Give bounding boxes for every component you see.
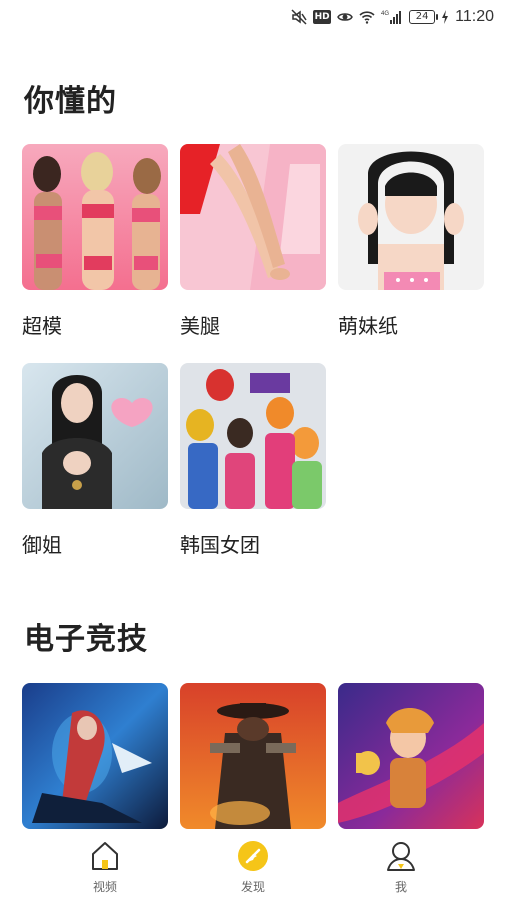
network-type-label: 4G	[381, 11, 389, 17]
nav-label-video: 视频	[92, 880, 117, 894]
category-label: 美腿	[180, 314, 220, 338]
cute-girl-thumbnail[interactable]	[338, 144, 484, 290]
mute-icon	[291, 9, 307, 25]
kpop-group-thumbnail[interactable]	[180, 363, 326, 509]
category-label: 韩国女团	[180, 533, 260, 557]
esports-card-1[interactable]	[22, 683, 168, 829]
legs-thumbnail[interactable]	[180, 144, 326, 290]
nav-tab-discover[interactable]: 发现	[203, 840, 303, 900]
esports-thumbnail-1[interactable]	[22, 683, 168, 829]
status-icons: HD 4G 24 11:20	[291, 7, 494, 27]
profile-icon	[387, 842, 415, 871]
charging-icon	[441, 9, 449, 25]
compass-icon	[238, 841, 268, 871]
mature-woman-thumbnail[interactable]	[22, 363, 168, 509]
category-card-legs[interactable]: 美腿	[180, 144, 326, 338]
category-card-kpop-group[interactable]: 韩国女团	[180, 363, 326, 557]
esports-card-3[interactable]	[338, 683, 484, 829]
nav-label-me: 我	[394, 880, 407, 894]
home-icon	[92, 842, 118, 870]
category-label: 超模	[22, 314, 62, 338]
supermodel-thumbnail[interactable]	[22, 144, 168, 290]
signal-icon: 4G	[381, 9, 403, 25]
nav-tab-me[interactable]: 我	[351, 840, 451, 900]
section-title-esports: 电子竞技	[24, 622, 148, 657]
status-time: 11:20	[455, 8, 494, 25]
hd-icon: HD	[313, 10, 332, 24]
battery-icon: 24	[409, 10, 439, 24]
nav-tab-video[interactable]: 视频	[55, 840, 155, 900]
wifi-icon	[359, 9, 375, 25]
eye-icon	[337, 9, 353, 25]
nav-label-discover: 发现	[240, 880, 265, 894]
bottom-navigation: 视频 发现 我	[0, 830, 506, 900]
category-label: 御姐	[22, 533, 62, 557]
category-label: 萌妹纸	[338, 314, 398, 338]
esports-thumbnail-3[interactable]	[338, 683, 484, 829]
category-card-cute-girl[interactable]: 萌妹纸	[338, 144, 484, 338]
esports-card-2[interactable]	[180, 683, 326, 829]
battery-level: 24	[415, 11, 429, 22]
esports-thumbnail-2[interactable]	[180, 683, 326, 829]
status-bar: HD 4G 24 11:20	[0, 0, 506, 34]
category-card-mature-woman[interactable]: 御姐	[22, 363, 168, 557]
section-title-adult: 你懂的	[24, 84, 117, 119]
category-card-supermodel[interactable]: 超模	[22, 144, 168, 338]
